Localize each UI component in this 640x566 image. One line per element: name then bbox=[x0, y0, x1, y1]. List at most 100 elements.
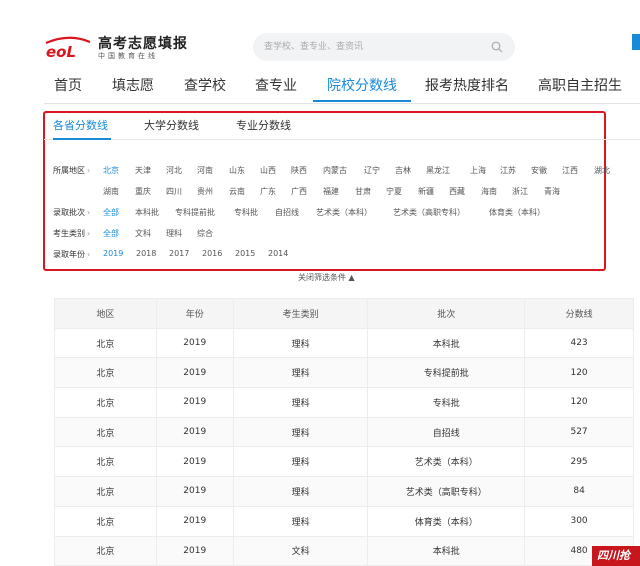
chevron-right-icon: › bbox=[87, 229, 91, 238]
side-tab[interactable] bbox=[632, 34, 640, 50]
table-cell: 423 bbox=[524, 327, 634, 359]
table-cell: 本科批 bbox=[367, 327, 526, 359]
filter-option-region[interactable]: 安徽 bbox=[531, 165, 547, 176]
filter-option-region[interactable]: 湖南 bbox=[103, 186, 119, 197]
subtab-divider bbox=[44, 139, 640, 140]
filter-option-category[interactable]: 文科 bbox=[135, 228, 151, 239]
nav-item-majors[interactable]: 查专业 bbox=[255, 76, 297, 96]
filter-option-region[interactable]: 浙江 bbox=[512, 186, 528, 197]
table-cell: 文科 bbox=[232, 535, 369, 566]
table-cell: 84 bbox=[524, 476, 634, 507]
filter-option-year[interactable]: 2017 bbox=[169, 249, 189, 258]
nav-item-vocational[interactable]: 高职自主招生 bbox=[538, 76, 622, 96]
logo[interactable]: eoL 高考志愿填报 中国教育在线 bbox=[44, 33, 188, 63]
table-cell: 2019 bbox=[155, 357, 234, 389]
filter-option-region[interactable]: 江苏 bbox=[500, 165, 516, 176]
filter-option-region[interactable]: 黑龙江 bbox=[426, 165, 450, 176]
table-cell: 理科 bbox=[232, 476, 369, 507]
filter-option-category[interactable]: 综合 bbox=[197, 228, 213, 239]
filter-option-batch[interactable]: 专科提前批 bbox=[175, 207, 215, 218]
nav-item-home[interactable]: 首页 bbox=[54, 76, 82, 96]
table-cell: 理科 bbox=[232, 327, 369, 359]
filter-option-batch[interactable]: 艺术类（本科） bbox=[316, 207, 372, 218]
filter-option-year[interactable]: 2019 bbox=[103, 249, 123, 258]
table-cell: 120 bbox=[524, 357, 634, 389]
filter-option-region[interactable]: 江西 bbox=[562, 165, 578, 176]
chevron-right-icon: › bbox=[87, 166, 91, 175]
filter-option-batch[interactable]: 自招线 bbox=[275, 207, 299, 218]
filter-option-year[interactable]: 2016 bbox=[202, 249, 222, 258]
main-nav: 首页 填志愿 查学校 查专业 院校分数线 报考热度排名 高职自主招生 bbox=[0, 76, 640, 104]
filter-option-region[interactable]: 山东 bbox=[229, 165, 245, 176]
table-cell: 北京 bbox=[54, 387, 157, 418]
nav-item-heat-rank[interactable]: 报考热度排名 bbox=[425, 76, 509, 96]
filter-option-region[interactable]: 福建 bbox=[323, 186, 339, 197]
table-cell: 2019 bbox=[155, 327, 234, 359]
filter-option-region[interactable]: 新疆 bbox=[418, 186, 434, 197]
table-row: 北京 2019 理科 本科批 423 bbox=[54, 327, 634, 359]
filter-option-batch[interactable]: 艺术类（高职专科） bbox=[393, 207, 465, 218]
nav-item-schools[interactable]: 查学校 bbox=[184, 76, 226, 96]
table-cell: 专科批 bbox=[367, 387, 526, 418]
table-cell: 北京 bbox=[54, 327, 157, 359]
filter-option-region[interactable]: 甘肃 bbox=[355, 186, 371, 197]
eol-logo-icon: eoL bbox=[45, 36, 91, 61]
chevron-right-icon: › bbox=[87, 250, 91, 259]
table-cell: 北京 bbox=[54, 416, 157, 448]
filter-option-batch[interactable]: 本科批 bbox=[135, 207, 159, 218]
nav-item-fill[interactable]: 填志愿 bbox=[112, 76, 154, 96]
filter-option-region[interactable]: 内蒙古 bbox=[323, 165, 347, 176]
filter-option-region[interactable]: 辽宁 bbox=[364, 165, 380, 176]
filter-option-region[interactable]: 宁夏 bbox=[386, 186, 402, 197]
filter-option-year[interactable]: 2018 bbox=[136, 249, 156, 258]
filter-option-category[interactable]: 理科 bbox=[166, 228, 182, 239]
filter-label-batch: 录取批次 › bbox=[53, 208, 91, 217]
table-cell: 理科 bbox=[232, 357, 369, 389]
search-icon[interactable] bbox=[491, 41, 503, 53]
filter-option-region[interactable]: 贵州 bbox=[197, 186, 213, 197]
filter-option-region[interactable]: 上海 bbox=[470, 165, 486, 176]
table-row: 北京 2019 理科 专科提前批 120 bbox=[54, 357, 634, 389]
filter-option-region[interactable]: 云南 bbox=[229, 186, 245, 197]
filter-option-batch[interactable]: 全部 bbox=[103, 207, 119, 218]
table-cell: 理科 bbox=[232, 387, 369, 418]
filter-option-region[interactable]: 广东 bbox=[260, 186, 276, 197]
search-input[interactable] bbox=[253, 33, 473, 61]
filter-option-batch[interactable]: 体育类（本科） bbox=[489, 207, 545, 218]
svg-text:eoL: eoL bbox=[46, 43, 76, 61]
brand-title: 高考志愿填报 bbox=[98, 35, 188, 52]
filter-option-region[interactable]: 陕西 bbox=[291, 165, 307, 176]
subtab-active-indicator bbox=[53, 138, 111, 140]
subtab-province[interactable]: 各省分数线 bbox=[53, 117, 108, 133]
brand-subtitle: 中国教育在线 bbox=[98, 51, 158, 60]
subtab-university[interactable]: 大学分数线 bbox=[144, 117, 199, 133]
table-cell: 2019 bbox=[155, 446, 234, 478]
filter-option-batch[interactable]: 专科批 bbox=[234, 207, 258, 218]
filter-option-region[interactable]: 山西 bbox=[260, 165, 276, 176]
table-cell: 2019 bbox=[155, 387, 234, 418]
filter-option-region[interactable]: 天津 bbox=[135, 165, 151, 176]
table-row: 北京 2019 理科 自招线 527 bbox=[54, 416, 634, 448]
filter-option-region[interactable]: 西藏 bbox=[449, 186, 465, 197]
table-cell: 2019 bbox=[155, 505, 234, 537]
table-cell: 295 bbox=[524, 446, 634, 478]
filter-option-category[interactable]: 全部 bbox=[103, 228, 119, 239]
table-cell: 北京 bbox=[54, 476, 157, 507]
filter-option-region[interactable]: 海南 bbox=[481, 186, 497, 197]
filter-option-region[interactable]: 河南 bbox=[197, 165, 213, 176]
subtab-major[interactable]: 专业分数线 bbox=[236, 117, 291, 133]
filter-option-region[interactable]: 湖北 bbox=[594, 165, 610, 176]
column-header: 批次 bbox=[367, 298, 526, 329]
filter-option-year[interactable]: 2015 bbox=[235, 249, 255, 258]
filter-option-region[interactable]: 广西 bbox=[291, 186, 307, 197]
filter-option-region[interactable]: 青海 bbox=[544, 186, 560, 197]
collapse-filters-button[interactable]: 关闭筛选条件 ▲ bbox=[298, 272, 355, 283]
filter-option-region[interactable]: 北京 bbox=[103, 165, 119, 176]
filter-option-year[interactable]: 2014 bbox=[268, 249, 288, 258]
filter-option-region[interactable]: 四川 bbox=[166, 186, 182, 197]
filter-option-region[interactable]: 重庆 bbox=[135, 186, 151, 197]
nav-item-score-lines[interactable]: 院校分数线 bbox=[327, 76, 397, 96]
filter-option-region[interactable]: 吉林 bbox=[395, 165, 411, 176]
filter-option-region[interactable]: 河北 bbox=[166, 165, 182, 176]
table-cell: 专科提前批 bbox=[367, 357, 526, 389]
